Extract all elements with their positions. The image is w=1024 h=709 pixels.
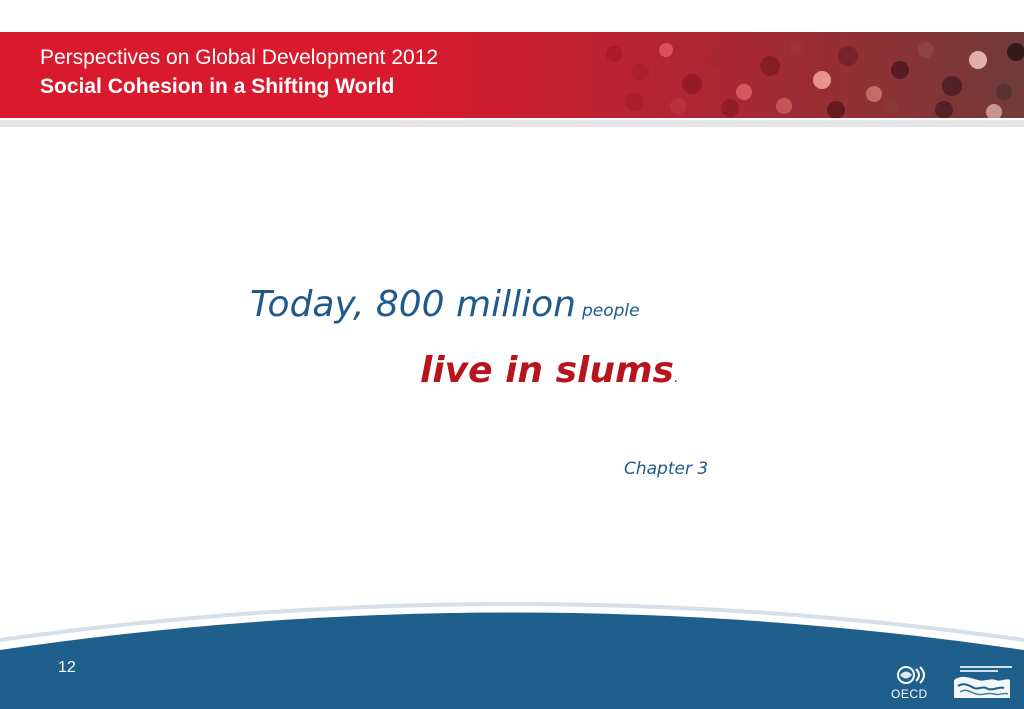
chapter-reference: Chapter 3 xyxy=(624,459,709,479)
headline-highlight-text: live in slums xyxy=(420,350,674,391)
page-number: 12 xyxy=(58,659,76,676)
header-band: Perspectives on Global Development 2012 … xyxy=(0,32,1024,118)
development-centre-logo-icon xyxy=(954,666,1012,698)
oecd-logo-icon xyxy=(897,666,925,684)
oecd-logo-text: OECD xyxy=(891,687,928,701)
header-divider xyxy=(0,120,1024,127)
headline-line-1: Today, 800 million people xyxy=(250,283,640,333)
header-title: Perspectives on Global Development 2012 xyxy=(40,46,439,69)
headline-small-text: people xyxy=(581,301,640,321)
header-subtitle: Social Cohesion in a Shifting World xyxy=(40,75,395,98)
headline-period: . xyxy=(673,370,679,386)
crowd-photo xyxy=(404,32,1024,118)
headline-line-2: live in slums. xyxy=(420,349,678,400)
headline-main-text: Today, 800 million xyxy=(250,284,576,325)
